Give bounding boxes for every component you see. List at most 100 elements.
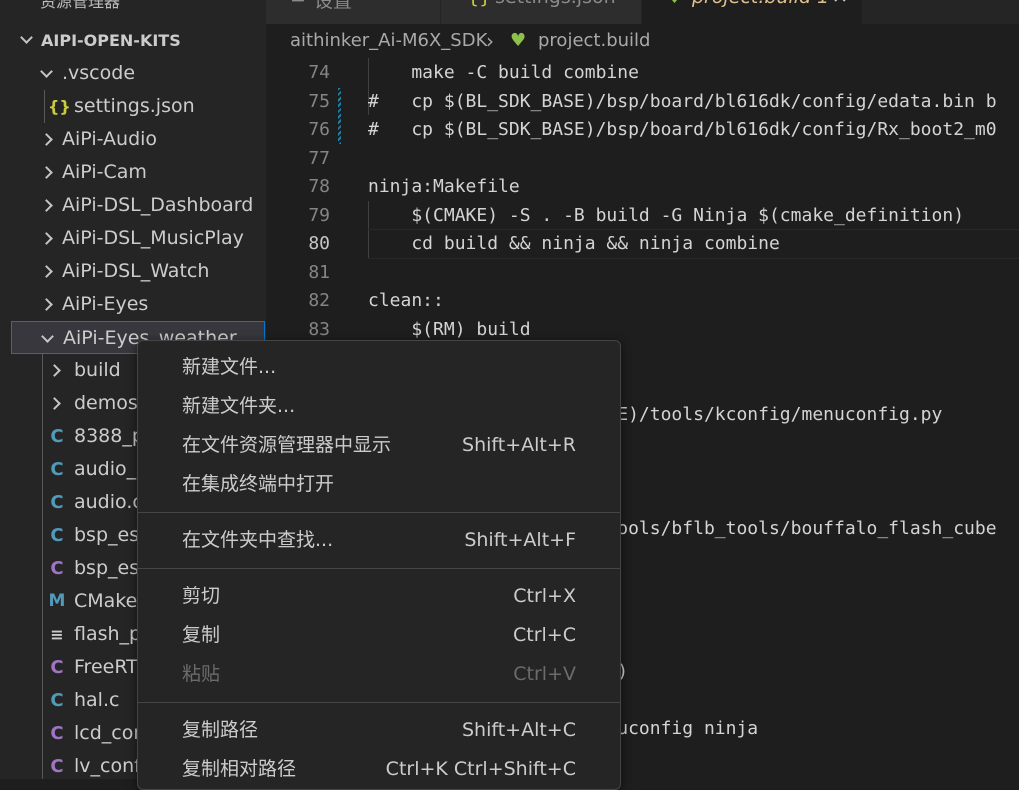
- c-header-icon: C: [50, 756, 64, 777]
- explorer-title: 资源管理器: [40, 0, 121, 11]
- tab-settings-ui[interactable]: ≡ 设置: [266, 0, 441, 24]
- menu-item[interactable]: 复制路径 Shift+Alt+C: [138, 711, 620, 750]
- tree-item-label: AiPi-Audio: [62, 128, 158, 150]
- c-file-icon: C: [50, 690, 64, 711]
- chevron-right-icon: [40, 232, 53, 245]
- chevron-right-icon: [48, 397, 61, 410]
- c-file-icon: C: [50, 525, 64, 546]
- line-number: 75: [308, 90, 330, 112]
- json-icon: {}: [467, 0, 491, 8]
- menu-item[interactable]: 复制 Ctrl+C: [138, 616, 620, 655]
- tree-item-label: audio.c: [74, 491, 143, 513]
- tree-item-label: AiPi-DSL_Watch: [62, 260, 210, 282]
- breadcrumb-folder[interactable]: aithinker_Ai-M6X_SDK: [290, 24, 487, 58]
- tab-label: settings.json: [495, 0, 616, 8]
- c-header-icon: C: [50, 657, 64, 678]
- chevron-down-icon: [20, 31, 33, 44]
- explorer-root-folder[interactable]: AIPI-OPEN-KITS: [0, 24, 266, 57]
- code-line: cd build && ninja && ninja combine: [368, 233, 780, 254]
- tab-settings-json[interactable]: {} settings.json: [441, 0, 642, 24]
- context-menu: 新建文件... 新建文件夹... 在文件资源管理器中显示 Shift+Alt+R 在集成…: [137, 340, 621, 790]
- menu-item: 粘贴 Ctrl+V: [138, 655, 620, 694]
- menu-item[interactable]: 在集成终端中打开: [138, 465, 620, 504]
- tree-folder[interactable]: AiPi-DSL_Watch: [0, 255, 266, 288]
- menu-item-label: 剪切: [182, 585, 221, 607]
- breadcrumb: aithinker_Ai-M6X_SDK › ♥ project.build: [266, 24, 1019, 58]
- chevron-right-icon: [40, 133, 53, 146]
- close-icon[interactable]: ✕: [832, 0, 848, 8]
- chevron-right-icon: [40, 199, 53, 212]
- tree-item-label: demos: [74, 392, 138, 414]
- tab-project-build[interactable]: ♥ project.build 1 ✕: [642, 0, 863, 24]
- code-line: ninja:Makefile: [368, 176, 520, 197]
- editor-tabs: ≡ 设置 {} settings.json ♥ project.build 1 …: [266, 0, 1019, 24]
- tree-item-label: build: [74, 359, 121, 381]
- menu-item[interactable]: 在文件夹中查找... Shift+Alt+F: [138, 521, 620, 560]
- tab-label: project.build 1: [692, 0, 829, 8]
- menu-item[interactable]: 在文件资源管理器中显示 Shift+Alt+R: [138, 426, 620, 465]
- menu-item-label: 在集成终端中打开: [182, 473, 335, 495]
- line-number: 76: [308, 119, 330, 140]
- chevron-right-icon: [40, 166, 53, 179]
- c-header-icon: C: [50, 558, 64, 579]
- menu-item-shortcut: Ctrl+K Ctrl+Shift+C: [385, 758, 576, 780]
- json-icon: {}: [48, 97, 71, 116]
- tree-folder[interactable]: AiPi-DSL_Dashboard: [0, 189, 266, 222]
- menu-item-label: 复制: [182, 624, 221, 646]
- cmake-file-icon: M: [48, 591, 66, 611]
- indent-guide: [44, 90, 45, 123]
- tree-item-label: 8388_p: [74, 425, 144, 447]
- tree-item-label: AiPi-DSL_Dashboard: [62, 194, 254, 216]
- tree-item-label: AiPi-Cam: [62, 161, 147, 183]
- chevron-right-icon: [48, 364, 61, 377]
- breadcrumb-file[interactable]: project.build: [538, 24, 650, 58]
- code-line: # cp $(BL_SDK_BASE)/bsp/board/bl616dk/co…: [368, 119, 997, 140]
- menu-item[interactable]: 复制相对路径 Ctrl+K Ctrl+Shift+C: [138, 750, 620, 789]
- chevron-right-icon: ›: [486, 29, 494, 53]
- code-line: clean::: [368, 290, 444, 311]
- line-number: 79: [308, 204, 330, 226]
- tree-folder[interactable]: AiPi-Cam: [0, 156, 266, 189]
- tree-item-label: .vscode: [62, 62, 136, 84]
- code-line: # cp $(BL_SDK_BASE)/bsp/board/bl616dk/co…: [368, 90, 997, 112]
- c-header-icon: C: [50, 723, 64, 744]
- menu-item-label: 复制相对路径: [182, 758, 297, 780]
- menu-item-label: 粘贴: [182, 663, 221, 685]
- tree-folder[interactable]: AiPi-Eyes: [0, 288, 266, 321]
- chevron-right-icon: [40, 265, 53, 278]
- line-number: 77: [308, 147, 330, 169]
- line-number: 78: [308, 176, 330, 197]
- code-line: make -C build combine: [368, 62, 639, 83]
- menu-item[interactable]: 新建文件夹...: [138, 387, 620, 426]
- line-number: 74: [308, 62, 330, 83]
- menu-item-label: 在文件资源管理器中显示: [182, 434, 392, 456]
- menu-item-shortcut: Ctrl+X: [513, 585, 576, 607]
- chevron-down-icon: [41, 330, 54, 343]
- tree-folder[interactable]: .vscode: [0, 57, 266, 90]
- modified-lines-indicator: [338, 88, 341, 144]
- menu-item[interactable]: 剪切 Ctrl+X: [138, 577, 620, 616]
- tree-item-label: hal.c: [74, 689, 120, 711]
- tab-label: 设置: [314, 0, 353, 12]
- menu-item-label: 新建文件...: [182, 356, 277, 378]
- tree-item-label: AiPi-DSL_MusicPlay: [62, 227, 244, 249]
- c-file-icon: C: [50, 426, 64, 447]
- tree-folder[interactable]: AiPi-DSL_MusicPlay: [0, 222, 266, 255]
- menu-separator: [138, 512, 620, 513]
- menu-item-shortcut: Ctrl+V: [513, 663, 576, 685]
- settings-icon: ≡: [290, 0, 306, 8]
- text-file-icon: ≡: [50, 625, 64, 644]
- tree-folder[interactable]: AiPi-Audio: [0, 123, 266, 156]
- menu-item-shortcut: Shift+Alt+R: [462, 434, 576, 456]
- menu-item-label: 复制路径: [182, 719, 259, 741]
- menu-separator: [138, 568, 620, 569]
- tree-file[interactable]: {} settings.json: [0, 90, 266, 123]
- line-number: 81: [308, 261, 330, 283]
- build-file-icon: ♥: [510, 30, 527, 51]
- tree-item-label: lv_conf.: [74, 755, 146, 777]
- build-file-icon: ♥: [666, 0, 683, 8]
- tree-item-label: CMakel: [74, 590, 143, 612]
- indent-guide: [42, 354, 43, 779]
- menu-item[interactable]: 新建文件...: [138, 348, 620, 387]
- c-file-icon: C: [50, 492, 64, 513]
